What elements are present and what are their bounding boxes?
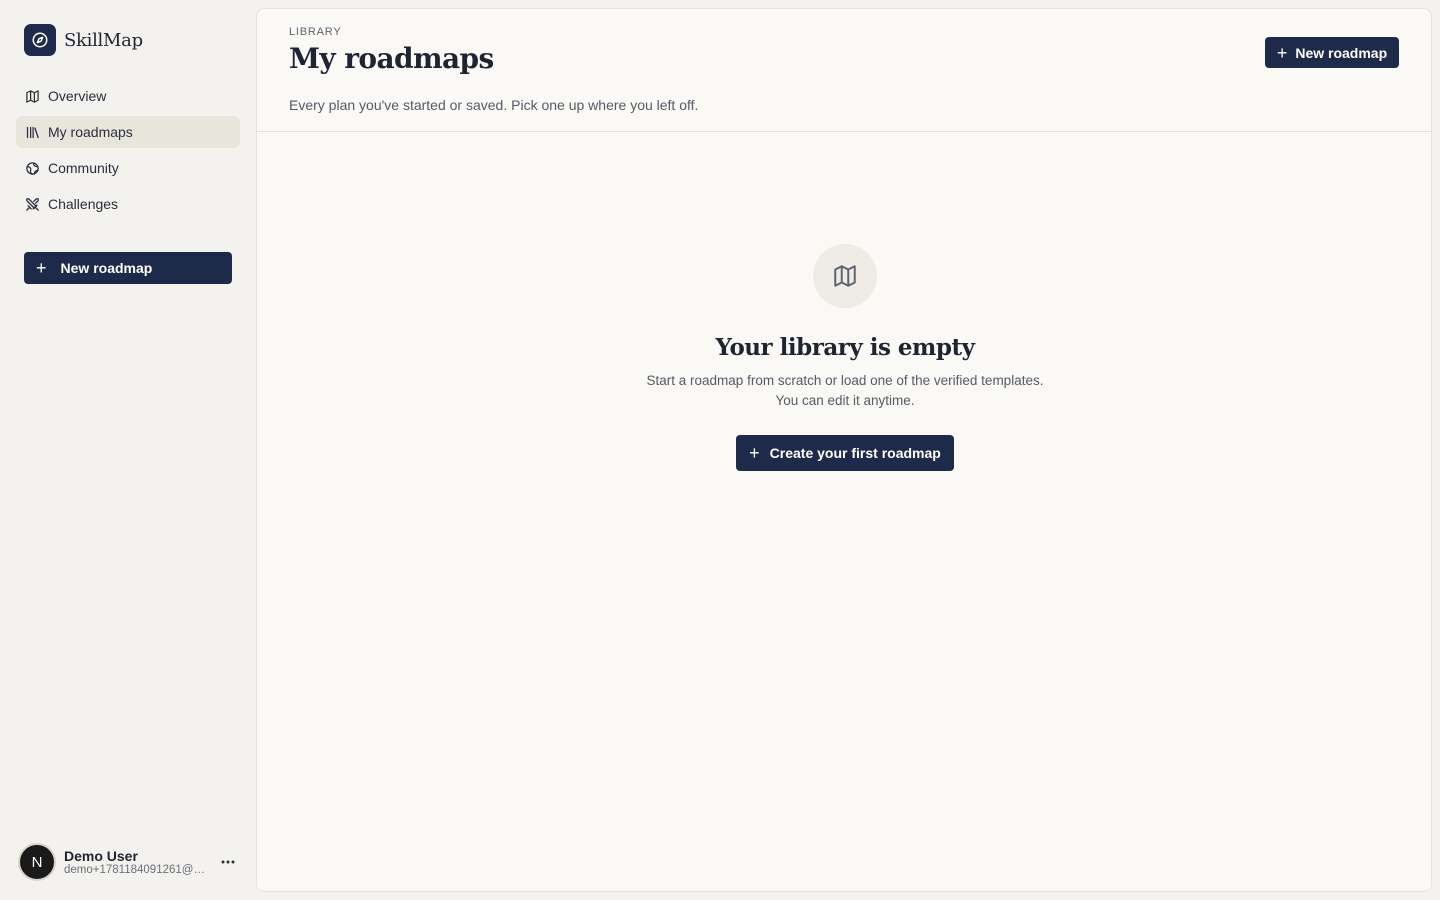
- create-first-roadmap-button[interactable]: + Create your first roadmap: [736, 435, 954, 471]
- button-label: Create your first roadmap: [769, 445, 941, 461]
- user-name: Demo User: [64, 848, 138, 864]
- avatar: N: [18, 843, 56, 881]
- sidebar: SkillMap Overview My roadmaps Community …: [0, 0, 256, 900]
- sidebar-item-community[interactable]: Community: [16, 152, 240, 184]
- header-new-roadmap-button[interactable]: + New roadmap: [1265, 37, 1399, 68]
- empty-state: Your library is empty Start a roadmap fr…: [257, 244, 1433, 471]
- sidebar-item-label: Challenges: [48, 196, 119, 212]
- sidebar-item-label: Overview: [48, 88, 107, 104]
- sidebar-new-roadmap-button[interactable]: + New roadmap: [24, 252, 232, 284]
- user-info: Demo User demo+1781184091261@s...: [64, 848, 208, 876]
- compass-icon: [24, 24, 56, 56]
- more-options-icon[interactable]: [216, 850, 240, 874]
- empty-state-title: Your library is empty: [715, 334, 975, 361]
- sidebar-item-challenges[interactable]: Challenges: [16, 188, 240, 220]
- plus-icon: +: [1276, 42, 1288, 63]
- page-title: My roadmaps: [289, 42, 494, 75]
- page-subtitle: Every plan you've started or saved. Pick…: [289, 97, 699, 113]
- globe-icon: [24, 160, 40, 176]
- button-label: New roadmap: [60, 260, 153, 276]
- sidebar-item-my-roadmaps[interactable]: My roadmaps: [16, 116, 240, 148]
- map-icon: [813, 244, 877, 308]
- page-header: LIBRARY My roadmaps Every plan you've st…: [257, 9, 1431, 132]
- button-label: New roadmap: [1295, 44, 1388, 61]
- empty-state-description-line: Start a roadmap from scratch or load one…: [646, 373, 1044, 388]
- brand-name: SkillMap: [64, 29, 143, 51]
- plus-icon: +: [749, 443, 760, 463]
- library-icon: [24, 124, 40, 140]
- brand[interactable]: SkillMap: [24, 24, 143, 56]
- user-email: demo+1781184091261@s...: [64, 864, 206, 876]
- user-profile[interactable]: N Demo User demo+1781184091261@s...: [18, 842, 240, 882]
- main-panel: LIBRARY My roadmaps Every plan you've st…: [256, 8, 1432, 892]
- map-icon: [24, 88, 40, 104]
- plus-icon: +: [36, 258, 47, 278]
- empty-state-description-line: You can edit it anytime.: [775, 393, 915, 408]
- sidebar-nav: Overview My roadmaps Community Challenge…: [16, 80, 240, 224]
- sidebar-item-overview[interactable]: Overview: [16, 80, 240, 112]
- swords-icon: [24, 196, 40, 212]
- empty-state-description: Start a roadmap from scratch or load one…: [257, 371, 1433, 411]
- page-eyebrow: LIBRARY: [289, 26, 342, 38]
- sidebar-item-label: My roadmaps: [48, 124, 133, 140]
- sidebar-item-label: Community: [48, 160, 119, 176]
